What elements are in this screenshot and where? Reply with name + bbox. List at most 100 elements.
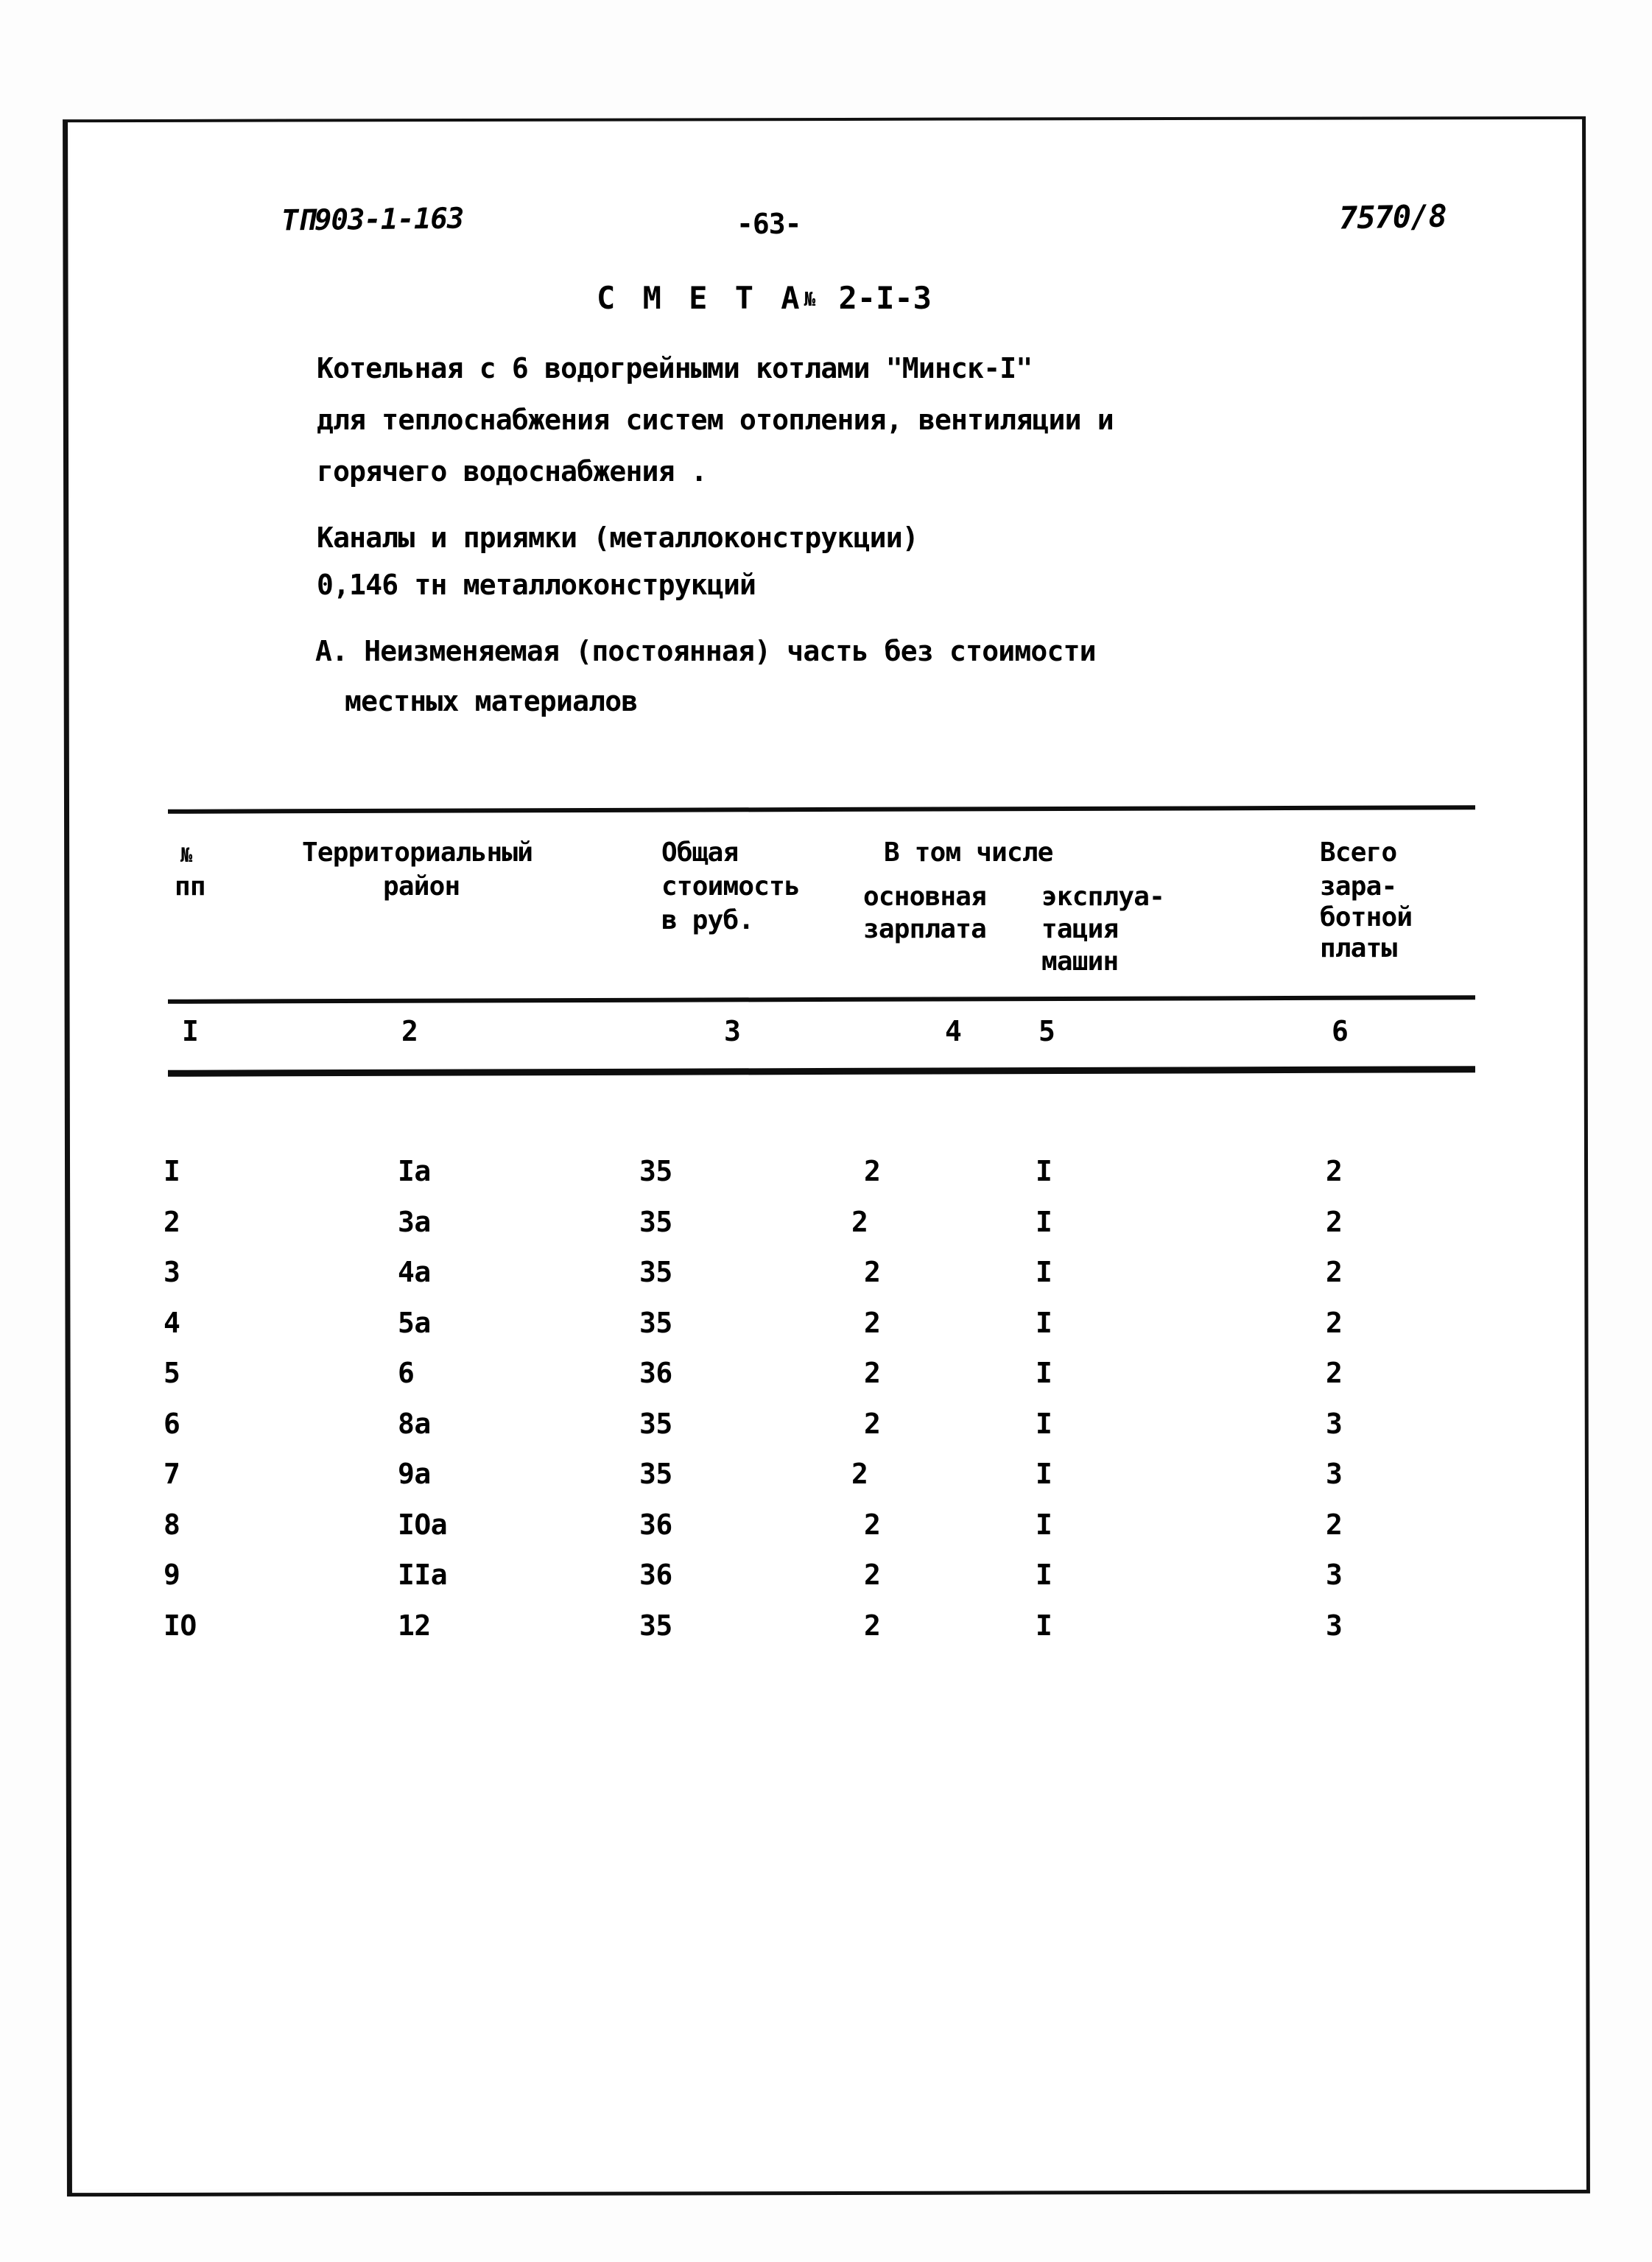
cell-machine-operation: I [1036,1559,1052,1591]
column-number-6: 6 [1332,1015,1349,1047]
document-reference: 7570/8 [1338,197,1447,236]
cell-basic-wage: 2 [864,1508,881,1541]
description-line-4: Каналы и приямки (металлоконструкции) [317,521,919,554]
cell-territorial-region: 12 [398,1609,431,1642]
cell-total-wages: 2 [1326,1307,1343,1339]
cell-basic-wage: 2 [851,1458,868,1490]
cell-total-cost: 35 [639,1609,672,1642]
header-total-wages-line2: зара- [1320,871,1397,902]
cell-row-number: 9 [164,1559,180,1591]
cell-basic-wage: 2 [851,1206,868,1238]
cell-row-number: 5 [164,1357,180,1389]
header-total-wages-line3: ботной [1320,902,1413,932]
cell-machine-operation: I [1036,1256,1052,1288]
column-number-4: 4 [945,1015,962,1047]
column-number-1: I [182,1015,199,1047]
header-total-cost-line2: стоимость [661,871,801,902]
cell-machine-operation: I [1036,1155,1052,1187]
cell-row-number: IO [164,1609,197,1642]
header-basic-wage-line2: зарплата [863,914,987,944]
cell-total-cost: 36 [639,1357,672,1389]
cell-territorial-region: IIa [398,1559,448,1591]
cell-row-number: 3 [164,1256,180,1288]
description-line-1: Котельная с 6 водогрейными котлами "Минс… [317,352,1033,384]
header-region-line2: район [383,871,460,902]
header-total-cost-line1: Общая [661,837,739,868]
title-number: 2-I-3 [838,280,932,316]
title-word: С М Е Т А [597,280,804,316]
cell-total-wages: 3 [1326,1458,1343,1490]
column-number-5: 5 [1038,1015,1055,1047]
description-line-3: горячего водоснабжения . [317,455,708,488]
cell-territorial-region: 6 [398,1357,415,1389]
cell-territorial-region: 5a [398,1307,431,1339]
cell-basic-wage: 2 [864,1307,881,1339]
cell-territorial-region: 9a [398,1458,431,1490]
cell-territorial-region: 8a [398,1408,431,1440]
cell-total-wages: 2 [1326,1155,1343,1187]
cell-row-number: 8 [164,1508,180,1541]
cell-total-cost: 35 [639,1256,672,1288]
cell-total-cost: 36 [639,1508,672,1541]
number-sign-icon: № [804,289,816,311]
cell-basic-wage: 2 [864,1408,881,1440]
document-page: ТП903-1-163 -63- 7570/8 С М Е Т А№ 2-I-3… [0,0,1652,2262]
header-basic-wage-line1: основная [863,882,987,912]
cell-total-wages: 3 [1326,1408,1343,1440]
cell-row-number: I [164,1155,180,1187]
header-total-cost-line3: в руб. [661,905,754,935]
cell-basic-wage: 2 [864,1609,881,1642]
cell-row-number: 6 [164,1408,180,1440]
header-row-number: пп [175,871,206,902]
cell-machine-operation: I [1036,1206,1052,1238]
cell-row-number: 2 [164,1206,180,1238]
column-number-3: 3 [724,1015,741,1047]
document-code: ТП903-1-163 [281,202,464,238]
cell-total-cost: 35 [639,1408,672,1440]
cell-basic-wage: 2 [864,1155,881,1187]
cell-total-cost: 35 [639,1155,672,1187]
page-content: ТП903-1-163 -63- 7570/8 С М Е Т А№ 2-I-3… [0,0,1652,2262]
header-region-line1: Территориальный [302,837,533,868]
cell-territorial-region: Ia [398,1155,431,1187]
description-line-2: для теплоснабжения систем отопления, вен… [317,404,1114,436]
cell-total-wages: 3 [1326,1609,1343,1642]
cell-territorial-region: IOa [398,1508,448,1541]
cell-total-wages: 3 [1326,1559,1343,1591]
header-machine-operation-line3: машин [1041,946,1119,977]
cell-machine-operation: I [1036,1307,1052,1339]
cell-basic-wage: 2 [864,1559,881,1591]
cell-basic-wage: 2 [864,1357,881,1389]
header-number-sign-icon: № [180,844,192,867]
description-line-6: А. Неизменяемая (постоянная) часть без с… [315,635,1097,667]
header-machine-operation-line2: тация [1041,914,1119,944]
cell-total-wages: 2 [1326,1508,1343,1541]
cell-machine-operation: I [1036,1357,1052,1389]
table-rule-middle [167,995,1476,1004]
cell-total-wages: 2 [1326,1357,1343,1389]
cell-territorial-region: 3a [398,1206,431,1238]
cell-basic-wage: 2 [864,1256,881,1288]
cell-total-cost: 36 [639,1559,672,1591]
header-total-wages-line4: платы [1320,933,1397,963]
description-line-7: местных материалов [345,685,638,717]
cell-total-wages: 2 [1326,1256,1343,1288]
cell-total-cost: 35 [639,1307,672,1339]
header-machine-operation-line1: эксплуа- [1041,882,1165,912]
cell-row-number: 4 [164,1307,180,1339]
cell-machine-operation: I [1036,1458,1052,1490]
cell-machine-operation: I [1036,1408,1052,1440]
page-number: -63- [737,208,802,240]
cell-territorial-region: 4a [398,1256,431,1288]
cell-total-cost: 35 [639,1458,672,1490]
header-among-which: В том числе [884,837,1053,868]
page-title: С М Е Т А№ 2-I-3 [597,280,932,316]
cell-total-wages: 2 [1326,1206,1343,1238]
column-number-2: 2 [401,1015,418,1047]
table-rule-bottom [167,1066,1476,1077]
table-rule-top [167,805,1476,814]
header-total-wages-line1: Всего [1320,837,1397,868]
description-line-5: 0,146 тн металлоконструкций [317,569,756,601]
cell-total-cost: 35 [639,1206,672,1238]
cell-machine-operation: I [1036,1508,1052,1541]
